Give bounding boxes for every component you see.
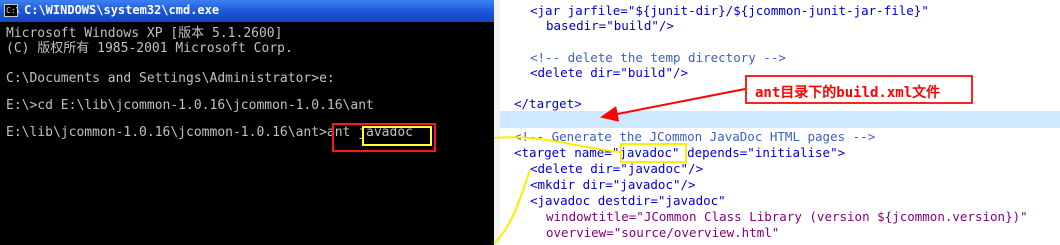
yellow-connector-line [493,169,531,244]
yellow-connector-line [493,136,621,153]
annotation-arrows [493,88,746,244]
arrow-to-build-file [600,88,746,122]
